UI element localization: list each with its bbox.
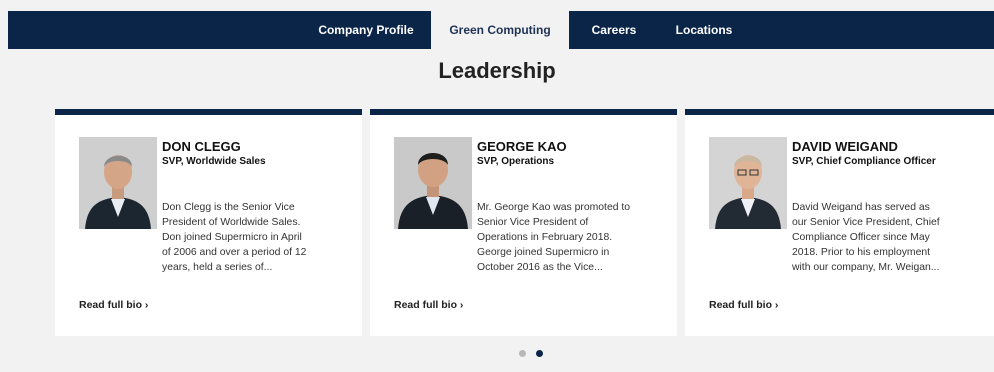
bio-line: Senior Vice President of: [477, 217, 589, 228]
bio-line: Don Clegg is the Senior Vice: [162, 202, 295, 213]
tab-careers[interactable]: Careers: [569, 11, 659, 49]
tab-locations[interactable]: Locations: [659, 11, 749, 49]
bio-line: Don joined Supermicro in April: [162, 232, 302, 243]
portrait-photo: [709, 137, 787, 229]
leader-role: SVP, Chief Compliance Officer: [792, 156, 936, 167]
bio-line: David Weigand has served as: [792, 202, 930, 213]
tab-company-profile[interactable]: Company Profile: [301, 11, 431, 49]
bio-line: October 2016 as the Vice...: [477, 262, 603, 273]
leader-bio: Don Clegg is the Senior Vice President o…: [162, 200, 352, 275]
leader-bio: David Weigand has served as our Senior V…: [792, 200, 982, 275]
top-navigation-bar: Company Profile Green Computing Careers …: [8, 11, 994, 49]
leader-card-david-weigand: DAVID WEIGAND SVP, Chief Compliance Offi…: [685, 109, 994, 336]
read-full-bio-link[interactable]: Read full bio ›: [79, 299, 148, 311]
bio-line: George joined Supermicro in: [477, 247, 610, 258]
leader-card-don-clegg: DON CLEGG SVP, Worldwide Sales Don Clegg…: [55, 109, 362, 336]
leader-name: DAVID WEIGAND: [792, 139, 898, 154]
carousel-dot-2[interactable]: [536, 350, 543, 357]
leader-card-george-kao: GEORGE KAO SVP, Operations Mr. George Ka…: [370, 109, 677, 336]
leader-name: GEORGE KAO: [477, 139, 567, 154]
bio-line: President of Worldwide Sales.: [162, 217, 301, 228]
read-full-bio-link[interactable]: Read full bio ›: [709, 299, 778, 311]
portrait-photo: [79, 137, 157, 229]
bio-line: 2018. Prior to his employment: [792, 247, 931, 258]
bio-line: Compliance Officer since May: [792, 232, 930, 243]
page-title: Leadership: [438, 58, 556, 83]
person-portrait-icon: [79, 137, 157, 229]
carousel-dot-1[interactable]: [519, 350, 526, 357]
leader-bio: Mr. George Kao was promoted to Senior Vi…: [477, 200, 667, 275]
tab-green-computing[interactable]: Green Computing: [431, 11, 569, 49]
person-portrait-icon: [394, 137, 472, 229]
leader-name: DON CLEGG: [162, 139, 241, 154]
person-portrait-icon: [709, 137, 787, 229]
read-full-bio-link[interactable]: Read full bio ›: [394, 299, 463, 311]
bio-line: Mr. George Kao was promoted to: [477, 202, 631, 213]
bio-line: Operations in February 2018.: [477, 232, 613, 243]
leader-role: SVP, Operations: [477, 156, 555, 167]
bio-line: years, held a series of...: [162, 262, 273, 273]
bio-line: our Senior Vice President, Chief: [792, 217, 940, 228]
bio-line: with our company, Mr. Weigan...: [792, 262, 940, 273]
portrait-photo: [394, 137, 472, 229]
leader-role: SVP, Worldwide Sales: [162, 156, 266, 167]
bio-line: of 2006 and over a period of 12: [162, 247, 307, 258]
